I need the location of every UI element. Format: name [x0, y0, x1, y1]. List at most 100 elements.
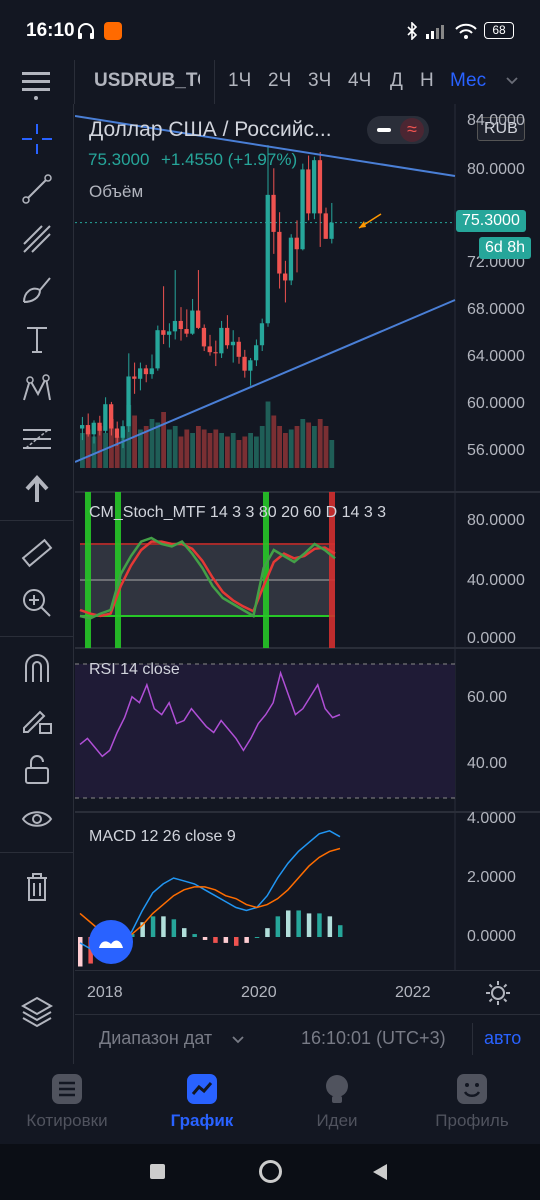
volume-bar	[248, 433, 253, 468]
timeframe-week[interactable]: Н	[420, 70, 434, 92]
pattern-tool[interactable]	[0, 367, 74, 411]
candle-body	[97, 422, 102, 431]
volume-bar	[225, 436, 230, 468]
volume-bar	[201, 429, 207, 468]
macd-tick: 0.0000	[467, 928, 516, 945]
annotation-arrow-head	[359, 221, 366, 228]
volume-bar	[288, 429, 294, 468]
macd-histogram-bar	[78, 937, 83, 967]
settings-icon[interactable]	[485, 980, 511, 1006]
delete-tool[interactable]	[0, 864, 74, 908]
volume-bar	[254, 436, 259, 468]
macd-histogram-bar	[202, 937, 208, 940]
candle-body	[132, 376, 137, 379]
macd-histogram-bar	[150, 916, 156, 937]
timeframe-4h[interactable]: 4Ч	[348, 70, 371, 92]
symbol-name[interactable]: USDRUB_TO	[94, 70, 200, 92]
zoom-in-icon	[23, 589, 51, 617]
candle-body	[120, 426, 125, 438]
back-icon[interactable]	[370, 1162, 390, 1182]
text-tool[interactable]	[0, 317, 74, 361]
macd-label: MACD 12 26 close 9	[89, 828, 236, 845]
clock-timezone[interactable]: 16:10:01 (UTC+3)	[301, 1028, 446, 1049]
auto-scale-button[interactable]: авто	[484, 1028, 521, 1049]
layers-icon	[20, 996, 54, 1028]
volume-label: Объём	[89, 182, 144, 201]
volume-bar	[242, 436, 248, 468]
nav-ideas[interactable]: Идеи	[282, 1072, 392, 1131]
measure-tool[interactable]	[0, 531, 74, 575]
volume-bar	[283, 433, 288, 468]
candle-body	[201, 327, 207, 347]
nav-profile[interactable]: Профиль	[417, 1072, 527, 1131]
candle-body	[178, 320, 183, 330]
candle-body	[109, 404, 114, 429]
chevron-down-icon	[232, 1036, 244, 1044]
layers-tool[interactable]	[0, 989, 74, 1033]
wave-icon: ≈	[400, 118, 424, 142]
lock-drawing-tool[interactable]	[0, 697, 74, 741]
trendline-lower	[75, 299, 456, 463]
macd-histogram-bar	[338, 925, 343, 937]
candle-body	[329, 222, 334, 239]
chevron-down-icon[interactable]	[505, 76, 519, 86]
magnet-tool[interactable]	[0, 647, 74, 691]
nav-profile-label: Профиль	[435, 1111, 509, 1130]
menu-icon[interactable]	[22, 68, 50, 96]
timeframe-2h[interactable]: 2Ч	[268, 70, 291, 92]
candle-body	[236, 341, 241, 357]
time-tick: 2018	[87, 984, 123, 1001]
volume-bar	[219, 433, 224, 468]
candle-body	[277, 231, 282, 274]
arrow-tool[interactable]	[0, 467, 74, 511]
timeframe-day[interactable]: Д	[390, 70, 403, 92]
bar-divider	[472, 1023, 473, 1055]
zoom-tool[interactable]	[0, 581, 74, 625]
macd-histogram-bar	[286, 910, 291, 937]
pitchfork-tool[interactable]	[0, 217, 74, 261]
macd-histogram-bar	[234, 937, 239, 946]
macd-histogram-bar	[161, 916, 166, 937]
timeframe-3h[interactable]: 3Ч	[308, 70, 331, 92]
time-axis-border	[75, 970, 540, 971]
crosshair-tool[interactable]	[0, 117, 74, 161]
nav-quotes[interactable]: Котировки	[12, 1072, 122, 1131]
candle-body	[138, 368, 143, 379]
price-tick: 68.0000	[467, 301, 525, 318]
macd-histogram-bar	[296, 910, 301, 937]
fib-tool[interactable]	[0, 417, 74, 461]
timeframe-1h[interactable]: 1Ч	[228, 70, 251, 92]
volume-bar	[306, 422, 311, 468]
volume-bar	[184, 429, 190, 468]
candle-body	[259, 323, 265, 346]
unlock-tool[interactable]	[0, 747, 74, 791]
menu-dot	[34, 96, 38, 100]
volume-bar	[277, 426, 282, 468]
timeframe-month[interactable]: Мес	[450, 70, 486, 92]
macd-histogram-bar	[265, 928, 270, 937]
eye-icon	[21, 811, 53, 827]
wifi-icon	[455, 23, 477, 39]
home-icon[interactable]	[259, 1160, 282, 1183]
candle-body	[149, 368, 154, 375]
minus-icon	[377, 128, 391, 132]
tradingview-logo-icon[interactable]	[89, 920, 133, 964]
brush-tool[interactable]	[0, 267, 74, 311]
candle-body	[230, 341, 236, 346]
time-tick: 2020	[241, 984, 277, 1001]
volume-bar	[294, 426, 300, 468]
recents-icon[interactable]	[150, 1164, 165, 1179]
trendline-icon	[22, 174, 52, 204]
bluetooth-icon	[407, 22, 418, 40]
legend-toggle[interactable]: ≈	[367, 116, 429, 144]
trendline-tool[interactable]	[0, 167, 74, 211]
chart-area[interactable]: Доллар США / Российс... ≈ RUB 75.3000 +1…	[75, 104, 540, 1014]
date-range-bar: Диапазон дат 16:10:01 (UTC+3) авто	[75, 1014, 540, 1064]
battery-icon: 68	[484, 22, 514, 39]
date-range-button[interactable]: Диапазон дат	[99, 1028, 212, 1049]
visibility-tool[interactable]	[0, 797, 74, 841]
nav-chart[interactable]: График	[147, 1072, 257, 1131]
drawing-toolbar	[0, 104, 74, 1064]
candle-body	[317, 160, 323, 214]
candle-body	[265, 194, 270, 324]
